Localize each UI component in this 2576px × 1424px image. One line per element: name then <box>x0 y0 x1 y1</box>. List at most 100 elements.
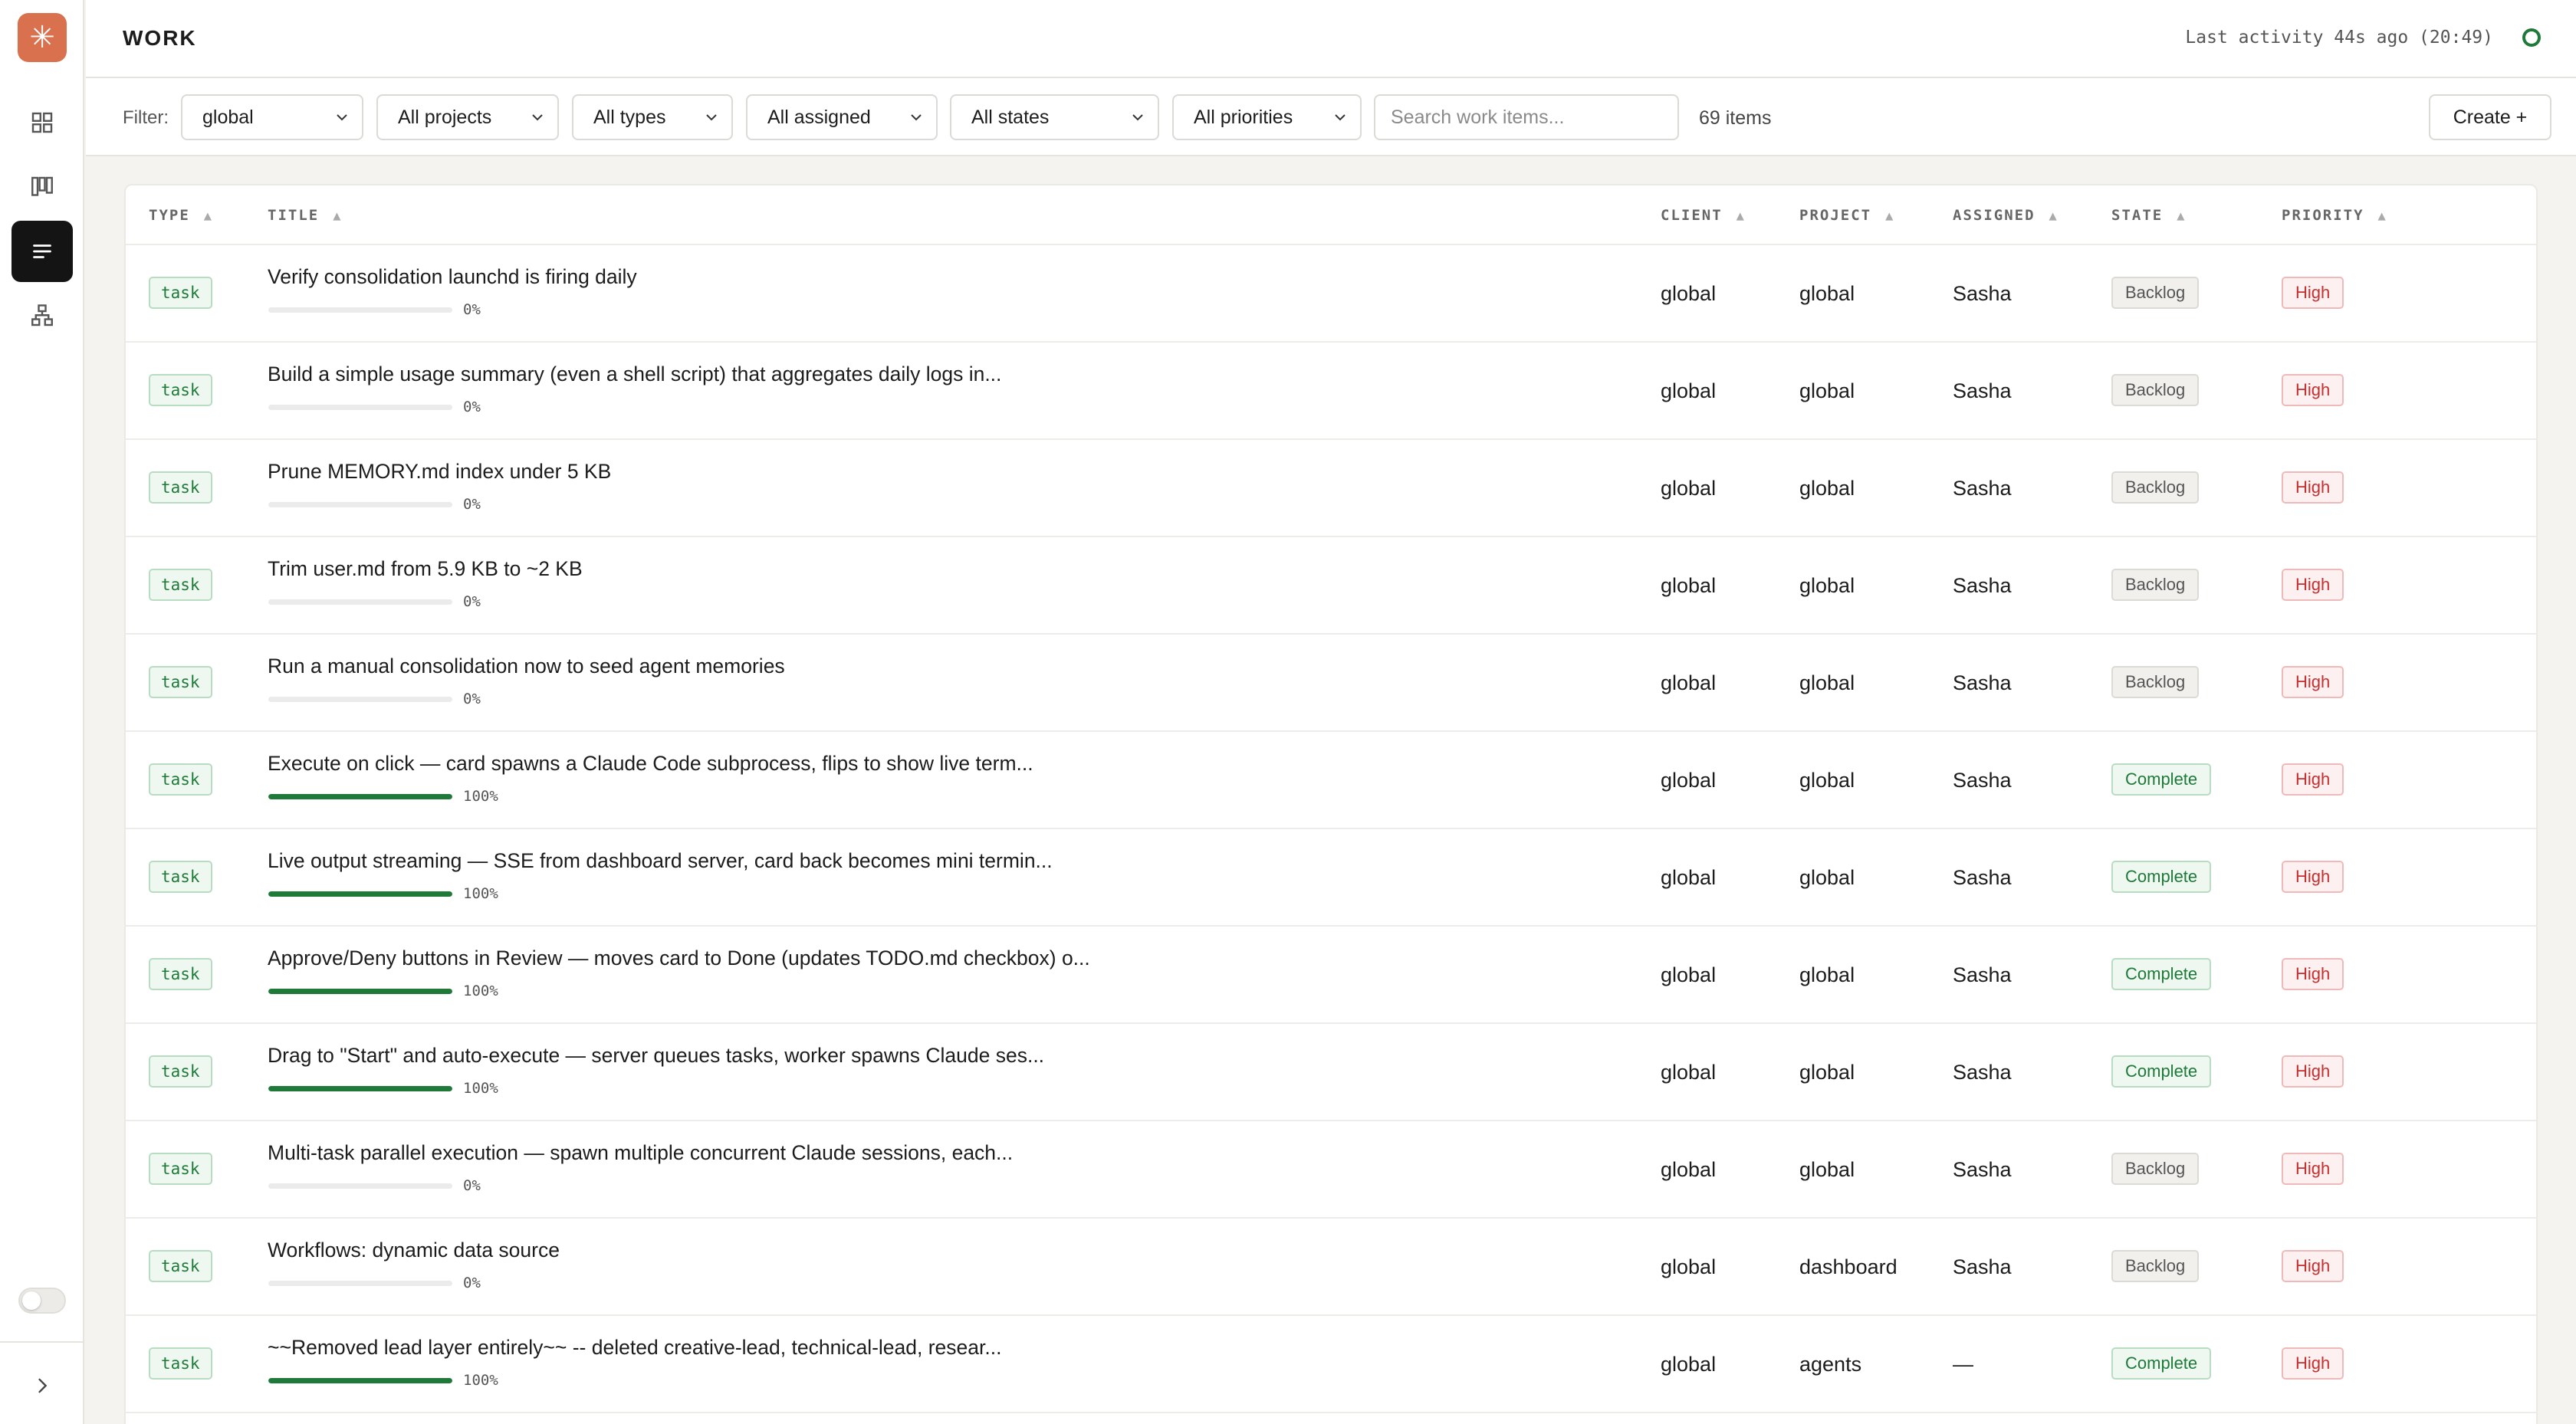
state-badge: Complete <box>2111 861 2212 893</box>
create-button[interactable]: Create + <box>2429 94 2551 140</box>
client-cell: global <box>1661 1353 1717 1376</box>
progress-fill <box>268 891 452 897</box>
nav-dashboard[interactable] <box>12 92 73 153</box>
table-row[interactable]: task Approve/Deny buttons in Review — mov… <box>126 927 2536 1024</box>
hierarchy-icon <box>31 304 53 326</box>
work-item-title[interactable]: Live output streaming — SSE from dashboa… <box>268 849 1053 873</box>
state-badge: Complete <box>2111 958 2212 990</box>
table-row[interactable]: task Live output streaming — SSE from das… <box>126 829 2536 927</box>
sort-arrow-icon: ▲ <box>1885 208 1895 224</box>
work-item-title[interactable]: Workflows: dynamic data source <box>268 1239 560 1262</box>
chevron-down-icon <box>337 114 347 121</box>
progress-bar <box>268 405 452 410</box>
table-row[interactable]: task Verify consolidation launchd is firi… <box>126 245 2536 343</box>
column-header-client[interactable]: CLIENT ▲ <box>1661 207 1746 224</box>
client-cell: global <box>1661 963 1717 986</box>
state-badge: Backlog <box>2111 569 2200 601</box>
projects-select[interactable]: All projects <box>376 94 559 140</box>
column-header-project[interactable]: PROJECT ▲ <box>1799 207 1894 224</box>
type-badge: task <box>149 1250 212 1282</box>
project-cell: agents <box>1799 1353 1862 1376</box>
states-select[interactable]: All states <box>950 94 1159 140</box>
filter-bar: Filter: global All projects All types Al… <box>86 78 2576 156</box>
type-badge: task <box>149 861 212 893</box>
priority-badge: High <box>2282 471 2344 504</box>
sort-arrow-icon: ▲ <box>2049 208 2058 224</box>
work-item-title[interactable]: Prune MEMORY.md index under 5 KB <box>268 460 611 484</box>
client-cell: global <box>1661 671 1717 694</box>
column-header-title[interactable]: TITLE ▲ <box>268 207 342 224</box>
work-item-title[interactable]: Multi-task parallel execution — spawn mu… <box>268 1141 1013 1165</box>
type-badge: task <box>149 958 212 990</box>
priority-badge: High <box>2282 1347 2344 1380</box>
table-row[interactable]: task Run a manual consolidation now to se… <box>126 635 2536 732</box>
progress-bar <box>268 891 452 897</box>
progress-label: 0% <box>463 399 481 415</box>
types-select[interactable]: All types <box>572 94 733 140</box>
work-item-title[interactable]: Approve/Deny buttons in Review — moves c… <box>268 947 1090 970</box>
priority-badge: High <box>2282 1153 2344 1185</box>
work-item-title[interactable]: ~~Removed lead layer entirely~~ -- delet… <box>268 1336 1001 1360</box>
column-header-type[interactable]: TYPE ▲ <box>149 207 213 224</box>
project-cell: global <box>1799 1061 1855 1084</box>
state-badge: Backlog <box>2111 1153 2200 1185</box>
sort-arrow-icon: ▲ <box>1736 208 1746 224</box>
work-item-title[interactable]: Verify consolidation launchd is firing d… <box>268 265 637 289</box>
column-header-state[interactable]: STATE ▲ <box>2111 207 2186 224</box>
type-badge: task <box>149 1347 212 1380</box>
work-item-title[interactable]: Run a manual consolidation now to seed a… <box>268 655 785 678</box>
assigned-cell: Sasha <box>1953 379 2012 402</box>
state-badge: Backlog <box>2111 471 2200 504</box>
nav-org[interactable] <box>12 285 73 346</box>
work-item-title[interactable]: Trim user.md from 5.9 KB to ~2 KB <box>268 557 583 581</box>
app-logo[interactable]: ✳ <box>18 13 67 62</box>
progress-label: 0% <box>463 1177 481 1194</box>
table-row[interactable]: task Trim user.md from 5.9 KB to ~2 KB 0% g… <box>126 537 2536 635</box>
last-activity-text: Last activity 44s ago (20:49) <box>2185 28 2493 48</box>
state-badge: Backlog <box>2111 374 2200 406</box>
chevron-down-icon <box>1335 114 1346 121</box>
chevron-down-icon <box>706 114 717 121</box>
table-row[interactable]: task Workflows: dynamic data source 0% glob… <box>126 1219 2536 1316</box>
progress-label: 0% <box>463 1275 481 1291</box>
work-item-title[interactable]: Execute on click — card spawns a Claude … <box>268 752 1033 776</box>
table-row[interactable]: task Drag to "Start" and auto-execute — s… <box>126 1024 2536 1121</box>
client-cell: global <box>1661 282 1717 305</box>
type-badge: task <box>149 763 212 796</box>
search-input[interactable] <box>1374 94 1679 140</box>
client-cell: global <box>1661 574 1717 597</box>
column-header-assigned-label: ASSIGNED <box>1953 207 2036 224</box>
priorities-select[interactable]: All priorities <box>1172 94 1362 140</box>
progress-bar <box>268 794 452 799</box>
column-header-priority[interactable]: PRIORITY ▲ <box>2282 207 2387 224</box>
project-cell: global <box>1799 379 1855 402</box>
expand-sidebar-button[interactable] <box>27 1370 58 1401</box>
nav-work-list[interactable] <box>12 221 73 282</box>
nav-board[interactable] <box>12 156 73 218</box>
scope-select[interactable]: global <box>181 94 363 140</box>
priority-badge: High <box>2282 763 2344 796</box>
column-header-assigned[interactable]: ASSIGNED ▲ <box>1953 207 2058 224</box>
work-item-title[interactable]: Drag to "Start" and auto-execute — serve… <box>268 1044 1044 1068</box>
column-header-project-label: PROJECT <box>1799 207 1872 224</box>
table-row[interactable]: task Build a simple usage summary (even a… <box>126 343 2536 440</box>
table-row[interactable]: task ~~Removed lead layer entirely~~ -- d… <box>126 1316 2536 1413</box>
type-badge: task <box>149 277 212 309</box>
project-cell: global <box>1799 282 1855 305</box>
priorities-select-value: All priorities <box>1194 107 1293 128</box>
sidebar: ✳ <box>0 0 84 1424</box>
table-row[interactable]: task Execute on click — card spawns a Cla… <box>126 732 2536 829</box>
client-cell: global <box>1661 477 1717 500</box>
progress-label: 100% <box>463 1372 498 1389</box>
work-items-table: TYPE ▲ TITLE ▲ CLIENT ▲ PROJECT ▲ ASSIGNED ▲ … <box>124 184 2538 1424</box>
work-item-title[interactable]: Build a simple usage summary (even a she… <box>268 363 1001 386</box>
type-badge: task <box>149 569 212 601</box>
asterisk-logo-icon: ✳ <box>29 21 55 54</box>
progress-bar <box>268 989 452 994</box>
table-row[interactable]: task Prune MEMORY.md index under 5 KB 0% gl… <box>126 440 2536 537</box>
assigned-select[interactable]: All assigned <box>746 94 938 140</box>
theme-toggle[interactable] <box>18 1288 66 1314</box>
table-row[interactable]: task Multi-task parallel execution — spaw… <box>126 1121 2536 1219</box>
column-header-type-label: TYPE <box>149 207 190 224</box>
progress-label: 100% <box>463 885 498 902</box>
